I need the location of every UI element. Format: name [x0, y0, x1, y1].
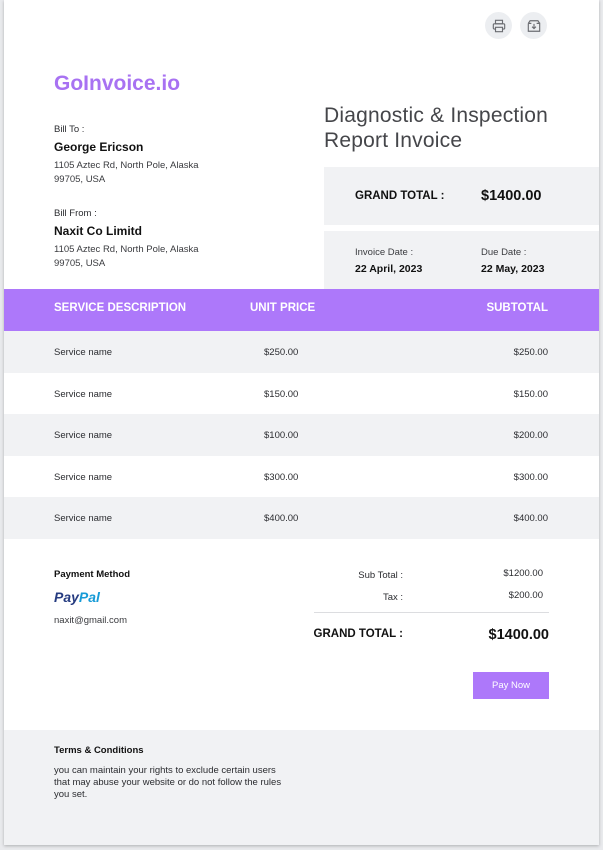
bill-from-section: Bill From : Naxit Co Limitd 1105 Aztec R… [54, 208, 204, 271]
service-description: Service name [54, 347, 113, 358]
unit-price: $400.00 [264, 513, 299, 525]
paypal-logo: PayPal [54, 589, 101, 605]
table-row: Service name $250.00 $250.00 [4, 331, 599, 373]
subtotal: $400.00 [513, 513, 548, 525]
download-icon [527, 19, 540, 32]
service-description: Service name [54, 513, 113, 525]
due-date-label: Due Date : [481, 247, 527, 258]
toolbar [485, 12, 547, 39]
printer-icon [492, 19, 505, 32]
pay-now-button[interactable]: Pay Now [473, 672, 549, 699]
invoice-page: GoInvoice.io Bill To : George Ericson 11… [4, 0, 599, 845]
due-date: Due Date : 22 May, 2023 [481, 247, 544, 275]
totals-divider [314, 612, 549, 613]
table-row: Service name $300.00 $300.00 [4, 455, 599, 498]
table-row: Service name $100.00 $200.00 [4, 414, 599, 456]
subtotal: $250.00 [513, 347, 548, 358]
terms-section: Terms & Conditions you can maintain your… [4, 730, 599, 845]
print-button[interactable] [485, 12, 512, 39]
download-button[interactable] [520, 12, 547, 39]
invoice-title: Diagnostic & Inspection Report Invoice [324, 104, 549, 152]
bill-to-label: Bill To : [54, 124, 85, 135]
grand-total-value: $1400.00 [488, 627, 549, 643]
bill-from-address: 1105 Aztec Rd, North Pole, Alaska 99705,… [54, 244, 199, 269]
grand-total-value: $1400.00 [481, 188, 542, 204]
service-description: Service name [54, 388, 113, 400]
subtotal: $300.00 [513, 471, 548, 483]
grand-total-label: GRAND TOTAL : [355, 190, 445, 202]
table-header: SERVICE DESCRIPTION UNIT PRICE SUBTOTAL [4, 289, 599, 331]
unit-price: $150.00 [264, 388, 299, 400]
header-subtotal: SUBTOTAL [486, 302, 548, 314]
bill-to-name: George Ericson [54, 140, 144, 154]
table-row: Service name $150.00 $150.00 [4, 372, 599, 415]
table-row: Service name $400.00 $400.00 [4, 497, 599, 539]
header-unit-price: UNIT PRICE [250, 302, 316, 314]
header-service-description: SERVICE DESCRIPTION [54, 302, 187, 314]
svg-text:PayPal: PayPal [54, 589, 101, 605]
grand-total-summary: GRAND TOTAL : $1400.00 [324, 167, 599, 225]
brand-logo: GoInvoice.io [54, 72, 181, 95]
grand-total-label: GRAND TOTAL : [313, 628, 403, 640]
payment-method-label: Payment Method [54, 569, 131, 580]
bill-to-section: Bill To : George Ericson 1105 Aztec Rd, … [54, 124, 204, 187]
bill-from-name: Naxit Co Limitd [54, 224, 143, 238]
invoice-date-label: Invoice Date : [355, 247, 414, 258]
terms-text: you can maintain your rights to exclude … [54, 765, 282, 800]
invoice-date-value: 22 April, 2023 [355, 263, 423, 275]
subtotal: $200.00 [513, 430, 548, 442]
unit-price: $250.00 [264, 347, 299, 358]
dates-panel: Invoice Date : 22 April, 2023 Due Date :… [324, 231, 599, 289]
tax-label: Tax : [382, 592, 403, 603]
payment-email: naxit@gmail.com [54, 615, 127, 626]
sub-total-label: Sub Total : [358, 570, 403, 581]
service-table: Service name $250.00 $250.00 Service nam… [4, 331, 599, 539]
tax-value: $200.00 [508, 590, 543, 601]
bill-from-label: Bill From : [54, 208, 97, 219]
bill-to-address: 1105 Aztec Rd, North Pole, Alaska 99705,… [54, 160, 199, 185]
unit-price: $100.00 [264, 430, 299, 442]
due-date-value: 22 May, 2023 [481, 263, 545, 275]
invoice-date: Invoice Date : 22 April, 2023 [355, 247, 422, 275]
terms-title: Terms & Conditions [54, 745, 144, 756]
subtotal: $150.00 [513, 388, 548, 400]
service-description: Service name [54, 430, 113, 442]
unit-price: $300.00 [264, 471, 299, 483]
sub-total-value: $1200.00 [503, 568, 543, 579]
service-description: Service name [54, 471, 113, 483]
